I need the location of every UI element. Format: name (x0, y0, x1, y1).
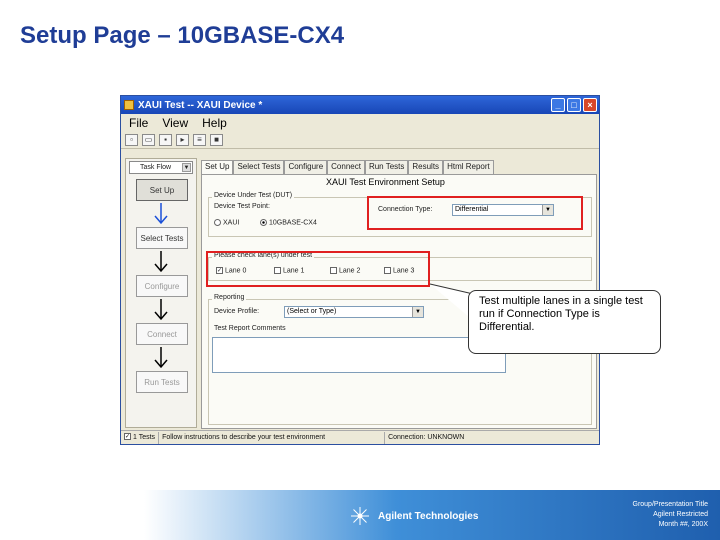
app-icon (124, 100, 134, 110)
task-run-tests-button[interactable]: Run Tests (136, 371, 188, 393)
agilent-spark-icon (351, 507, 369, 525)
reporting-label: Reporting (212, 294, 247, 301)
slide-title: Setup Page – 10GBASE-CX4 (20, 22, 345, 49)
radio-button-selected[interactable] (260, 219, 267, 226)
maximize-button[interactable]: □ (567, 98, 581, 112)
step-icon[interactable]: ≡ (193, 133, 206, 146)
chevron-down-icon[interactable]: ▼ (182, 163, 191, 172)
radio-xaui-label: XAUI (223, 219, 240, 227)
device-profile-value: (Select or Type) (287, 308, 337, 315)
task-flow-label: Task Flow (140, 164, 172, 171)
run-icon[interactable]: ▸ (176, 133, 189, 146)
open-icon[interactable]: ▭ (142, 133, 155, 146)
tab-select-tests[interactable]: Select Tests (233, 160, 285, 174)
connection-type-highlight (367, 196, 583, 230)
comments-textarea[interactable] (212, 337, 506, 373)
tab-connect[interactable]: Connect (327, 160, 365, 174)
tab-strip: Set Up Select Tests Configure Connect Ru… (201, 160, 494, 174)
new-icon[interactable]: ▫ (125, 133, 138, 146)
arrow-down-icon (154, 299, 168, 321)
tab-setup[interactable]: Set Up (201, 160, 234, 174)
statusbar: ✓ 1 Tests Follow instructions to describe… (121, 430, 599, 444)
toolbar: ▫ ▭ ▪ ▸ ≡ ■ (121, 131, 599, 149)
task-flow-header[interactable]: Task Flow ▼ (129, 161, 193, 174)
test-point-label: Device Test Point: (214, 203, 270, 210)
comments-label: Test Report Comments (214, 325, 286, 332)
setup-title: XAUI Test Environment Setup (326, 177, 445, 187)
close-button[interactable]: × (583, 98, 597, 112)
stop-icon[interactable]: ■ (210, 133, 223, 146)
window-title: XAUI Test -- XAUI Device * (138, 99, 263, 111)
window-titlebar[interactable]: XAUI Test -- XAUI Device * _ □ × (121, 96, 599, 114)
footer-line-3: Month ##, 200X (658, 521, 708, 528)
tab-configure[interactable]: Configure (284, 160, 328, 174)
task-setup-button[interactable]: Set Up (136, 179, 188, 201)
status-connection: Connection: UNKNOWN (388, 433, 465, 441)
tab-run-tests[interactable]: Run Tests (364, 160, 409, 174)
arrow-down-icon (154, 251, 168, 273)
task-flow-pane: Task Flow ▼ Set Up Select Tests Configur… (125, 158, 197, 428)
menubar: File View Help (121, 114, 599, 131)
status-tests-label: 1 Tests (133, 433, 156, 441)
radio-xaui[interactable]: XAUI (214, 219, 239, 226)
menu-view[interactable]: View (162, 116, 188, 130)
task-connect-button[interactable]: Connect (136, 323, 188, 345)
footer-line-2: Agilent Restricted (653, 511, 708, 518)
footer-info: Group/Presentation Title Agilent Restric… (633, 500, 709, 530)
status-tests: ✓ 1 Tests (121, 431, 160, 444)
arrow-down-icon (154, 347, 168, 369)
tab-results[interactable]: Results (408, 160, 444, 174)
lanes-highlight (206, 251, 430, 287)
task-select-tests-button[interactable]: Select Tests (136, 227, 188, 249)
radio-cx4-label: 10GBASE-CX4 (269, 219, 317, 227)
minimize-button[interactable]: _ (551, 98, 565, 112)
arrow-down-icon (154, 203, 168, 225)
device-profile-label: Device Profile: (214, 308, 260, 315)
menu-file[interactable]: File (129, 116, 148, 130)
save-icon[interactable]: ▪ (159, 133, 172, 146)
tab-html-report[interactable]: Html Report (443, 160, 494, 174)
checkbox[interactable]: ✓ (124, 433, 131, 441)
dut-group-label: Device Under Test (DUT) (212, 192, 295, 199)
callout-note: Test multiple lanes in a single test run… (468, 290, 661, 354)
footer-line-1: Group/Presentation Title (632, 501, 709, 508)
status-message: Follow instructions to describe your tes… (159, 431, 386, 444)
menu-help[interactable]: Help (202, 116, 227, 130)
device-profile-select[interactable]: (Select or Type) ▼ (284, 306, 424, 318)
chevron-down-icon[interactable]: ▼ (412, 307, 423, 317)
task-configure-button[interactable]: Configure (136, 275, 188, 297)
brand: Agilent Technologies (350, 506, 478, 526)
radio-10gbase-cx4[interactable]: 10GBASE-CX4 (260, 219, 317, 226)
brand-name: Agilent Technologies (378, 510, 479, 522)
radio-button[interactable] (214, 219, 221, 226)
